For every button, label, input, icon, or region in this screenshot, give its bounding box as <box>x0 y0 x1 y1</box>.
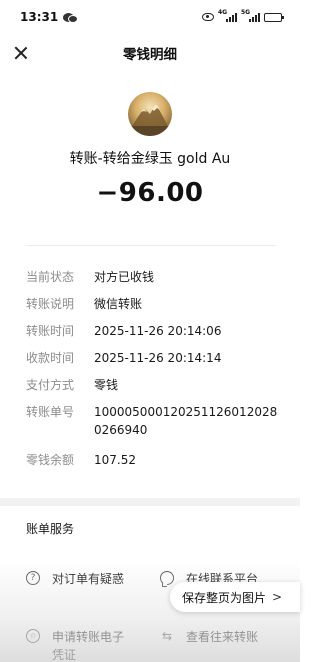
section-title-services: 账单服务 <box>26 522 75 536</box>
chevron-right-icon: > <box>272 590 283 604</box>
detail-key: 当前状态 <box>26 270 75 284</box>
wechat-notification-icon <box>63 12 79 23</box>
battery-icon <box>264 12 284 22</box>
detail-value: 零钱 <box>94 378 119 392</box>
signal-5g-icon: 5G <box>241 9 260 22</box>
detail-value: 2025-11-26 20:14:14 <box>94 351 222 365</box>
question-icon: ? <box>26 571 40 585</box>
network-tag-5g: 5G <box>241 9 251 16</box>
mountain-avatar-icon <box>128 104 172 136</box>
network-tag-4g: 4G <box>218 9 228 16</box>
service-label: 申请转账电子凭证 <box>52 630 125 662</box>
detail-value: 107.52 <box>94 453 136 467</box>
close-icon[interactable] <box>10 42 32 64</box>
status-bar: 13:31 4G 5G <box>0 0 300 34</box>
detail-key: 转账单号 <box>26 405 75 419</box>
service-apply-certificate[interactable]: ☆ 申请转账电子凭证 <box>26 628 146 662</box>
detail-key: 收款时间 <box>26 351 75 365</box>
signal-4g-icon: 4G <box>218 9 237 22</box>
detail-key: 转账时间 <box>26 324 75 338</box>
page-title: 零钱明细 <box>123 47 177 63</box>
nav-bar: 零钱明细 <box>0 34 300 72</box>
status-time: 13:31 <box>20 10 59 24</box>
payee-avatar[interactable] <box>128 92 172 136</box>
detail-key: 支付方式 <box>26 378 75 392</box>
service-label: 查看往来转账 <box>186 630 259 644</box>
save-page-label: 保存整页为图片 <box>182 590 267 605</box>
status-icons: 4G 5G <box>202 9 284 22</box>
section-separator <box>0 498 300 506</box>
chat-icon <box>160 571 174 587</box>
detail-key: 转账说明 <box>26 297 75 311</box>
service-label: 对订单有疑惑 <box>52 572 125 586</box>
payee-title: 转账-转给金绿玉 gold Au <box>69 151 231 167</box>
detail-key: 零钱余额 <box>26 453 75 467</box>
detail-value: 2025-11-26 20:14:06 <box>94 324 222 338</box>
service-order-question[interactable]: ? 对订单有疑惑 <box>26 570 124 587</box>
swap-icon: ⇆ <box>161 629 173 643</box>
detail-value: 微信转账 <box>94 297 143 311</box>
certificate-icon: ☆ <box>26 629 40 643</box>
service-view-transfers[interactable]: ⇆ 查看往来转账 <box>160 628 258 645</box>
detail-value: 对方已收钱 <box>94 270 155 284</box>
eye-icon <box>202 13 214 21</box>
transfer-amount: −96.00 <box>96 178 204 208</box>
save-page-as-image-button[interactable]: 保存整页为图片 > <box>170 582 300 612</box>
order-number[interactable]: 1000050001202511260120280266940 <box>94 403 284 439</box>
divider <box>26 245 276 246</box>
